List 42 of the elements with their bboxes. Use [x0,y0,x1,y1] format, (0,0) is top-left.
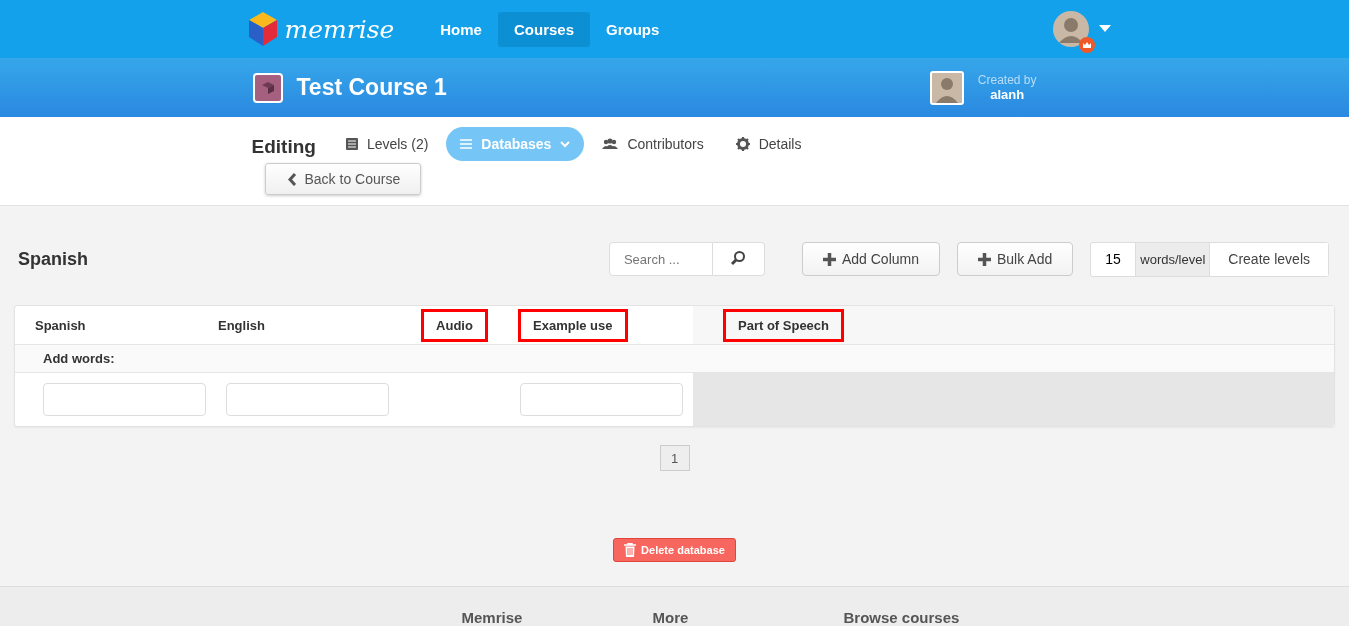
plus-icon [978,252,991,266]
word-input[interactable] [520,383,683,416]
created-by-label: Created by [977,73,1037,87]
cube-logo-icon[interactable] [248,12,277,46]
column-header: Audio [421,308,488,342]
word-input[interactable] [43,383,206,416]
editor-tab[interactable]: Contributors [588,127,718,161]
back-to-course-button[interactable]: Back to Course [264,163,422,195]
database-title: Spanish [18,248,89,270]
column-header: Spanish [35,316,86,335]
search-icon [730,249,747,266]
creator-avatar[interactable] [929,70,964,105]
add-column-button[interactable]: Add Column [801,242,940,276]
menu-icon [460,139,473,149]
page-button[interactable]: 1 [659,445,690,471]
trash-icon [624,543,637,557]
footer-heading: Browse courses [843,610,960,625]
column-header: Part of Speech [723,308,845,342]
editor-tab[interactable]: Levels (2) [331,127,443,161]
people-icon [602,138,619,150]
column-header: English [218,316,265,335]
search-field[interactable]: Search ... [608,242,713,276]
word-input[interactable] [226,383,389,416]
chevron-down-icon [560,140,571,148]
editing-label: Editing [251,136,316,158]
footer-heading: More [652,610,690,625]
nav-link[interactable]: Courses [497,11,590,47]
caret-down-icon[interactable] [1098,25,1111,33]
chevron-left-icon [287,172,297,186]
course-icon [252,72,283,103]
add-words-label: Add words: [15,345,1334,373]
crown-badge-icon [1078,37,1095,53]
gear-icon [735,137,750,151]
footer-heading: Memrise [461,610,524,625]
editor-tab[interactable]: Details [721,127,816,161]
bulk-add-button[interactable]: Bulk Add [957,242,1074,276]
user-avatar[interactable] [1052,11,1089,47]
search-button[interactable] [712,242,765,276]
list-table-icon [345,138,358,150]
course-title: Test Course 1 [296,74,447,101]
column-header: Example use [518,308,628,342]
plus-icon [822,252,836,266]
